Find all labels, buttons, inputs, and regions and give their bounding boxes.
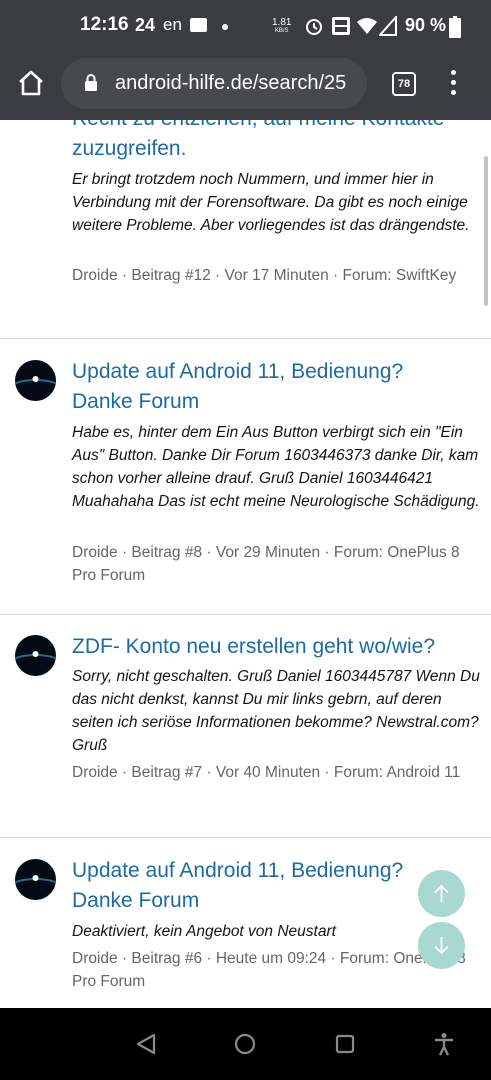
scroll-to-top-button[interactable] [418,870,465,917]
avatar[interactable] [15,635,56,676]
overflow-menu-icon[interactable] [451,70,457,100]
post-snippet: Sorry, nicht geschalten. Gruß Daniel 160… [72,668,480,754]
signal-icon [379,16,397,36]
status-bar: 12:16 24 en 1.81 KB/S 90 % [0,0,491,55]
recents-icon[interactable] [335,1034,355,1054]
post-title-link[interactable]: Update auf Android 11, Bedienung? Danke … [72,357,467,417]
system-nav-bar [0,1008,491,1080]
tab-switcher-button[interactable]: 78 [392,72,416,96]
arrow-down-icon [434,937,449,955]
volte-icon [332,17,350,35]
wifi-icon [357,18,377,34]
scroll-to-bottom-button[interactable] [418,922,465,969]
accessibility-icon[interactable] [432,1032,456,1056]
post-snippet: Habe es, hinter dem Ein Aus Button verbi… [72,424,480,510]
result-post: Recht zu entziehen, auf meine Kontakte z… [0,120,491,339]
post-title-link[interactable]: Update auf Android 11, Bedienung? Danke … [72,856,467,916]
status-lang: en [163,15,182,34]
post-title-link[interactable]: Recht zu entziehen, auf meine Kontakte z… [72,120,467,164]
battery-icon [449,16,461,38]
home-nav-icon[interactable] [234,1033,256,1055]
address-bar[interactable]: android-hilfe.de/search/25 [61,58,367,109]
url-text: android-hilfe.de/search/25 [115,72,347,94]
network-speed: 1.81 KB/S [272,17,292,35]
dot-icon [222,24,228,30]
status-time: 12:16 [80,14,129,35]
arrow-up-icon [434,884,449,902]
alarm-icon [306,19,322,35]
result-post: ZDF- Konto neu erstellen geht wo/wie? So… [0,615,491,838]
browser-toolbar: android-hilfe.de/search/25 78 [0,55,491,120]
result-post: Update auf Android 11, Bedienung? Danke … [0,838,491,1008]
battery-percent: 90 % [405,15,447,35]
home-icon[interactable] [17,69,45,97]
folder-icon [190,18,207,32]
search-results: Recht zu entziehen, auf meine Kontakte z… [0,120,491,1008]
result-post: Update auf Android 11, Bedienung? Danke … [0,339,491,615]
post-meta: Droide · Beitrag #8 · Vor 29 Minuten · F… [72,544,460,584]
post-snippet: Er bringt trotzdem noch Nummern, und imm… [72,171,470,234]
back-icon[interactable] [135,1033,157,1055]
lock-icon [85,74,97,91]
status-date: 24 [135,15,156,35]
post-meta: Droide · Beitrag #12 · Vor 17 Minuten · … [72,267,457,284]
avatar[interactable] [15,859,56,900]
post-meta: Droide · Beitrag #7 · Vor 40 Minuten · F… [72,764,461,781]
post-title-link[interactable]: ZDF- Konto neu erstellen geht wo/wie? [72,632,467,662]
avatar[interactable] [15,360,56,401]
